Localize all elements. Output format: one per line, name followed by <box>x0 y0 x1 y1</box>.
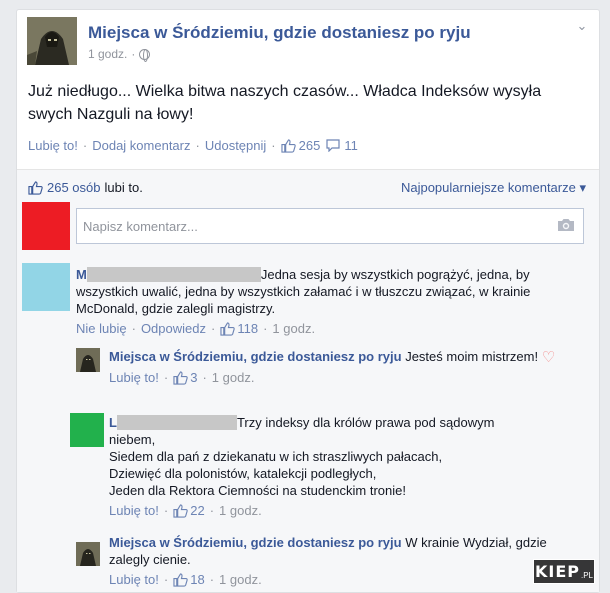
reply-time[interactable]: 1 godz. <box>212 369 255 386</box>
separator: · <box>202 370 207 385</box>
comment-author[interactable]: M <box>76 267 87 282</box>
reply-actions: Lubię to! · 3 · 1 godz. <box>109 369 579 386</box>
separator: · <box>209 572 215 587</box>
reply-text: Trzy indeksy dla królów prawa pod sądowy… <box>236 415 495 430</box>
like-button[interactable]: Lubię to! <box>109 369 159 386</box>
comment-body: M Jedna sesja by wszystkich pogrążyć, jed… <box>76 266 586 317</box>
reply: L Trzy indeksy dla królów prawa pod sądow… <box>109 414 579 519</box>
reply-author[interactable]: Miejsca w Śródziemiu, gdzie dostaniesz p… <box>109 535 402 550</box>
chevron-down-icon[interactable]: ⌄ <box>575 19 589 33</box>
comment-like-count[interactable]: 118 <box>237 320 258 337</box>
reply-time[interactable]: 1 godz. <box>219 571 262 588</box>
separator: · <box>163 572 169 587</box>
separator: · <box>210 321 216 336</box>
like-button[interactable]: Lubię to! <box>109 502 159 519</box>
thumb-icon <box>281 138 296 153</box>
nazgul-avatar-image <box>76 348 100 372</box>
reply-text: Jesteś moim mistrzem! <box>405 349 539 364</box>
reply-button[interactable]: Odpowiedz <box>141 320 206 337</box>
like-button[interactable]: Lubię to! <box>28 138 78 153</box>
camera-icon[interactable] <box>557 218 575 232</box>
page-name-link[interactable]: Miejsca w Śródziemiu, gdzie dostaniesz p… <box>88 23 471 43</box>
reply: Miejsca w Śródziemiu, gdzie dostaniesz p… <box>109 534 579 588</box>
post-text: Już niedługo... Wielka bitwa naszych cza… <box>28 83 542 123</box>
page-avatar[interactable] <box>27 17 77 65</box>
reply-body: Miejsca w Śródziemiu, gdzie dostaniesz p… <box>109 348 579 366</box>
reply-author[interactable]: Miejsca w Śródziemiu, gdzie dostaniesz p… <box>109 349 402 364</box>
post-time[interactable]: 1 godz. <box>88 47 127 61</box>
reply-text: Jeden dla Rektora Ciemności na studencki… <box>109 483 406 498</box>
likes-count-link[interactable]: 265 osób <box>47 180 101 195</box>
reply-avatar[interactable] <box>70 413 104 447</box>
comment-text: wszystkich uwalić, jedna by wszystkich z… <box>76 284 531 316</box>
reply-text: Siedem dla pań z dziekanatu w ich strasz… <box>109 449 443 464</box>
comment-avatar[interactable] <box>22 263 70 311</box>
globe-icon <box>139 48 151 62</box>
meta-separator: · <box>131 47 136 61</box>
thumb-icon <box>173 370 188 385</box>
separator: · <box>163 503 169 518</box>
comment-actions: Nie lubię · Odpowiedz · 118 · 1 godz. <box>76 320 586 337</box>
thumb-icon <box>220 321 236 336</box>
watermark-suffix: .PL <box>581 570 594 580</box>
chevron-down-icon: ▾ <box>579 180 586 195</box>
post-comment-count[interactable]: 11 <box>344 138 358 153</box>
add-comment-button[interactable]: Dodaj komentarz <box>92 138 190 153</box>
sort-label: Najpopularniejsze komentarze <box>400 180 576 195</box>
comment-time[interactable]: 1 godz. <box>272 320 315 337</box>
reply-body: Miejsca w Śródziemiu, gdzie dostaniesz p… <box>109 534 579 568</box>
reply-like-count[interactable]: 3 <box>190 369 197 386</box>
comment: M Jedna sesja by wszystkich pogrążyć, jed… <box>76 266 586 337</box>
reply-avatar[interactable] <box>76 348 100 372</box>
redacted-name <box>116 415 237 430</box>
comment-bubble-icon <box>326 139 340 152</box>
thumb-icon <box>28 180 43 195</box>
avatar <box>22 202 70 250</box>
like-button[interactable]: Lubię to! <box>109 571 159 588</box>
reply-time[interactable]: 1 godz. <box>219 502 262 519</box>
nazgul-avatar-image <box>76 542 100 566</box>
separator: · <box>195 138 200 153</box>
reply-like-count[interactable]: 18 <box>190 571 204 588</box>
reply-avatar[interactable] <box>76 542 100 566</box>
post-meta: 1 godz. · <box>88 47 151 62</box>
nazgul-avatar-image <box>27 17 77 65</box>
watermark-text: KIEP <box>534 562 580 581</box>
heart-icon: ♡ <box>541 349 556 366</box>
comment-input[interactable] <box>76 208 584 244</box>
sort-comments-dropdown[interactable]: Najpopularniejsze komentarze ▾ <box>401 180 586 196</box>
thumb-icon <box>173 503 188 518</box>
separator: · <box>271 138 276 153</box>
comments-section: 265 osób lubi to. Najpopularniejsze kome… <box>17 170 599 592</box>
post-actions: Lubię to! · Dodaj komentarz · Udostępnij… <box>28 138 358 153</box>
reply-text: Dziewięć dla polonistów, katalekcji podl… <box>109 466 377 481</box>
likes-suffix: lubi to. <box>104 180 143 195</box>
comment-text: Jedna sesja by wszystkich pogrążyć, jedn… <box>260 267 530 282</box>
kiep-watermark: KIEP .PL <box>533 559 595 584</box>
reply-actions: Lubię to! · 18 · 1 godz. <box>109 571 579 588</box>
separator: · <box>82 138 88 153</box>
separator: · <box>263 321 268 336</box>
thumb-icon <box>173 572 188 587</box>
redacted-name <box>86 267 261 282</box>
separator: · <box>163 370 169 385</box>
reply-like-count[interactable]: 22 <box>190 502 204 519</box>
likes-summary: 265 osób lubi to. <box>28 180 143 195</box>
post-card: Miejsca w Śródziemiu, gdzie dostaniesz p… <box>16 9 600 593</box>
separator: · <box>131 321 136 336</box>
share-button[interactable]: Udostępnij <box>205 138 266 153</box>
reply-text: niebem, <box>109 432 156 447</box>
unlike-button[interactable]: Nie lubię <box>76 320 127 337</box>
reply: Miejsca w Śródziemiu, gdzie dostaniesz p… <box>109 348 579 386</box>
separator: · <box>209 503 215 518</box>
post-like-count[interactable]: 265 <box>299 138 321 153</box>
reply-body: L Trzy indeksy dla królów prawa pod sądow… <box>109 414 579 499</box>
reply-author[interactable]: L <box>109 415 117 430</box>
reply-actions: Lubię to! · 22 · 1 godz. <box>109 502 579 519</box>
